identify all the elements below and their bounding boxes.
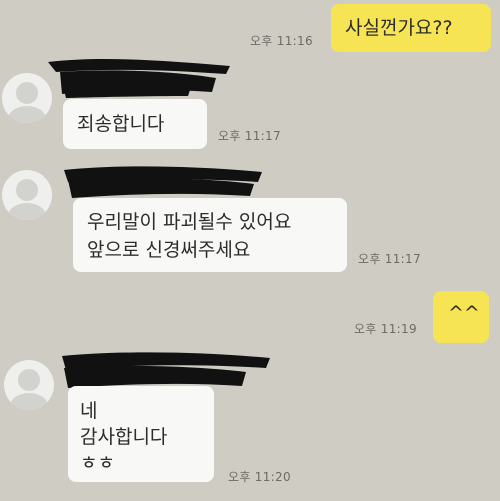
message-text: 우리말이 파괴될수 있어요	[87, 211, 292, 233]
message-time: 오후 11:16	[250, 34, 313, 48]
message-text: 사실껀가요??	[345, 17, 453, 39]
incoming-message-bubble[interactable]: 네 감사합니다 ㅎㅎ	[68, 386, 214, 482]
message-text: 앞으로 신경써주세요	[87, 239, 251, 261]
message-time: 오후 11:19	[354, 322, 417, 336]
message-time: 오후 11:20	[228, 470, 291, 484]
default-profile-icon	[18, 369, 40, 391]
outgoing-message-bubble[interactable]: 사실껀가요??	[331, 4, 491, 52]
redacted-sender-name	[48, 59, 230, 98]
message-text: 죄송합니다	[77, 113, 165, 135]
message-text: ㅎㅎ	[80, 452, 115, 474]
sender-avatar[interactable]	[2, 73, 52, 123]
message-time: 오후 11:17	[358, 252, 421, 266]
sender-avatar[interactable]	[4, 360, 54, 410]
incoming-message-bubble[interactable]: 우리말이 파괴될수 있어요 앞으로 신경써주세요	[73, 198, 347, 272]
outgoing-message-bubble[interactable]: ^^	[433, 291, 489, 343]
message-text: 네	[80, 400, 98, 422]
default-profile-icon	[16, 82, 38, 104]
message-text: 감사합니다	[80, 426, 168, 448]
incoming-message-bubble[interactable]: 죄송합니다	[63, 99, 207, 149]
sender-avatar[interactable]	[2, 170, 52, 220]
message-time: 오후 11:17	[218, 129, 281, 143]
default-profile-icon	[16, 179, 38, 201]
message-text: ^^	[448, 302, 480, 324]
